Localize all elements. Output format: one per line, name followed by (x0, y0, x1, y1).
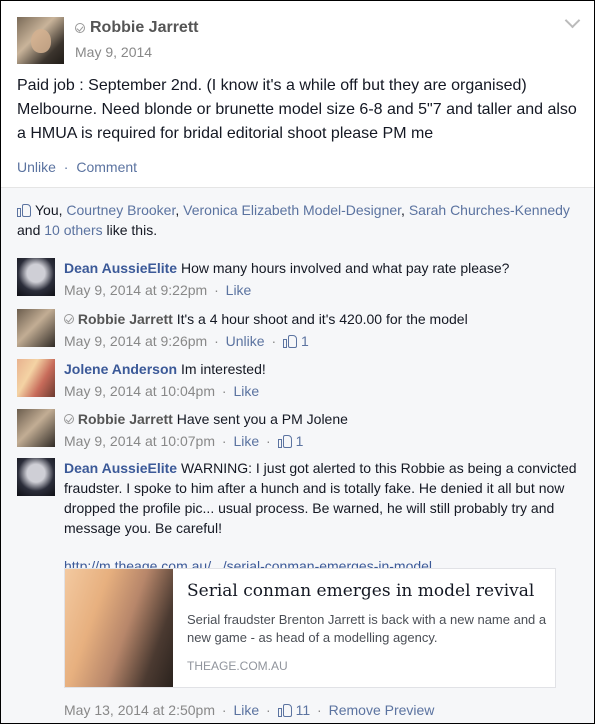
author-name[interactable]: Robbie Jarrett (90, 19, 198, 37)
commenter-name[interactable]: Robbie Jarrett (78, 411, 173, 427)
like-count[interactable]: 11 (296, 702, 311, 718)
like-button[interactable]: Like (233, 383, 259, 399)
post-date[interactable]: May 9, 2014 (75, 44, 152, 60)
preview-source: THEAGE.COM.AU (187, 659, 288, 673)
separator: · (221, 702, 227, 718)
separator: · (221, 433, 227, 449)
comment-body: Dean AussieElite How many hours involved… (64, 258, 584, 300)
commenter-avatar[interactable] (17, 409, 55, 447)
post-text: Paid job : September 2nd. (I know it's a… (17, 77, 577, 142)
separator: · (317, 702, 322, 718)
commenter-avatar[interactable] (17, 258, 55, 296)
like-button[interactable]: Like (233, 433, 259, 449)
comments-section: You, Courtney Brooker, Veronica Elizabet… (1, 187, 594, 723)
verified-icon (64, 314, 74, 324)
likes-others-link[interactable]: 10 others (44, 222, 102, 238)
separator: · (266, 433, 271, 449)
like-count[interactable]: 1 (301, 333, 309, 349)
comment-text: How many hours involved and what pay rat… (180, 260, 510, 276)
comment-body: Robbie Jarrett Have sent you a PM Jolene… (64, 409, 584, 451)
unlike-button[interactable]: Unlike (226, 333, 265, 349)
author-row: Robbie Jarrett (75, 19, 198, 37)
like-button[interactable]: Like (233, 702, 259, 718)
liker-link[interactable]: Courtney Brooker (66, 202, 175, 218)
comment-body: Robbie Jarrett It's a 4 hour shoot and i… (64, 309, 584, 351)
comment-meta: May 9, 2014 at 9:22pm · Like (64, 280, 584, 300)
facebook-post-card: Robbie Jarrett May 9, 2014 Paid job : Se… (0, 0, 595, 724)
liker-link[interactable]: Sarah Churches-Kennedy (409, 202, 570, 218)
comment-meta: May 9, 2014 at 10:04pm · Like (64, 381, 584, 401)
post-actions: Unlike · Comment (17, 159, 137, 175)
chevron-down-icon[interactable] (564, 12, 581, 29)
commenter-name[interactable]: Jolene Anderson (64, 361, 177, 377)
commenter-name[interactable]: Dean AussieElite (64, 460, 177, 476)
post: Robbie Jarrett May 9, 2014 Paid job : Se… (1, 1, 594, 185)
verified-icon (75, 23, 85, 33)
separator: · (214, 282, 219, 298)
comment-time[interactable]: May 9, 2014 at 9:26pm (64, 333, 207, 349)
like-thumb-icon (277, 703, 292, 717)
comment-body: Dean AussieElite WARNING: I just got ale… (64, 458, 584, 576)
comment-body: Jolene Anderson Im interested! May 9, 20… (64, 359, 584, 401)
unlike-button[interactable]: Unlike (17, 159, 56, 175)
comment-meta: May 13, 2014 at 2:50pm · Like · 11 · Rem… (64, 700, 584, 720)
separator: · (214, 333, 219, 349)
preview-title[interactable]: Serial conman emerges in model revival (187, 581, 534, 601)
link-preview-card[interactable]: Serial conman emerges in model revival S… (64, 568, 556, 688)
remove-preview-button[interactable]: Remove Preview (329, 702, 435, 718)
commenter-avatar[interactable] (17, 458, 55, 496)
like-thumb-icon (283, 334, 298, 348)
like-count[interactable]: 1 (296, 433, 304, 449)
likes-sep: , (401, 202, 409, 218)
comment-text: Have sent you a PM Jolene (176, 411, 348, 427)
likes-suffix: like this. (102, 222, 158, 238)
comment-time[interactable]: May 9, 2014 at 9:22pm (64, 282, 207, 298)
comment-button[interactable]: Comment (76, 159, 137, 175)
likes-you: You, (35, 202, 67, 218)
commenter-avatar[interactable] (17, 359, 55, 397)
likes-sep: , (175, 202, 184, 218)
comment-text: It's a 4 hour shoot and it's 420.00 for … (176, 311, 468, 327)
comment-meta: May 9, 2014 at 9:26pm · Unlike · 1 (64, 331, 584, 351)
like-button[interactable]: Like (226, 282, 252, 298)
commenter-avatar[interactable] (17, 309, 55, 347)
verified-icon (64, 414, 74, 424)
like-thumb-icon (277, 434, 292, 448)
comment-time[interactable]: May 9, 2014 at 10:04pm (64, 383, 215, 399)
author-avatar[interactable] (17, 17, 64, 64)
liker-link[interactable]: Veronica Elizabeth Model-Designer (183, 202, 401, 218)
preview-image[interactable] (65, 569, 173, 687)
comment-time[interactable]: May 9, 2014 at 10:07pm (64, 433, 215, 449)
comment-meta: May 9, 2014 at 10:07pm · Like · 1 (64, 431, 584, 451)
commenter-name[interactable]: Dean AussieElite (64, 260, 177, 276)
preview-description: Serial fraudster Brenton Jarrett is back… (187, 612, 547, 645)
separator: · (271, 333, 277, 349)
comment-time[interactable]: May 13, 2014 at 2:50pm (64, 702, 215, 718)
like-thumb-icon (17, 203, 31, 217)
commenter-name[interactable]: Robbie Jarrett (78, 311, 173, 327)
likes-summary: You, Courtney Brooker, Veronica Elizabet… (17, 202, 570, 238)
separator: · (63, 159, 69, 175)
separator: · (221, 383, 227, 399)
comment-text: Im interested! (180, 361, 266, 377)
separator: · (266, 702, 271, 718)
